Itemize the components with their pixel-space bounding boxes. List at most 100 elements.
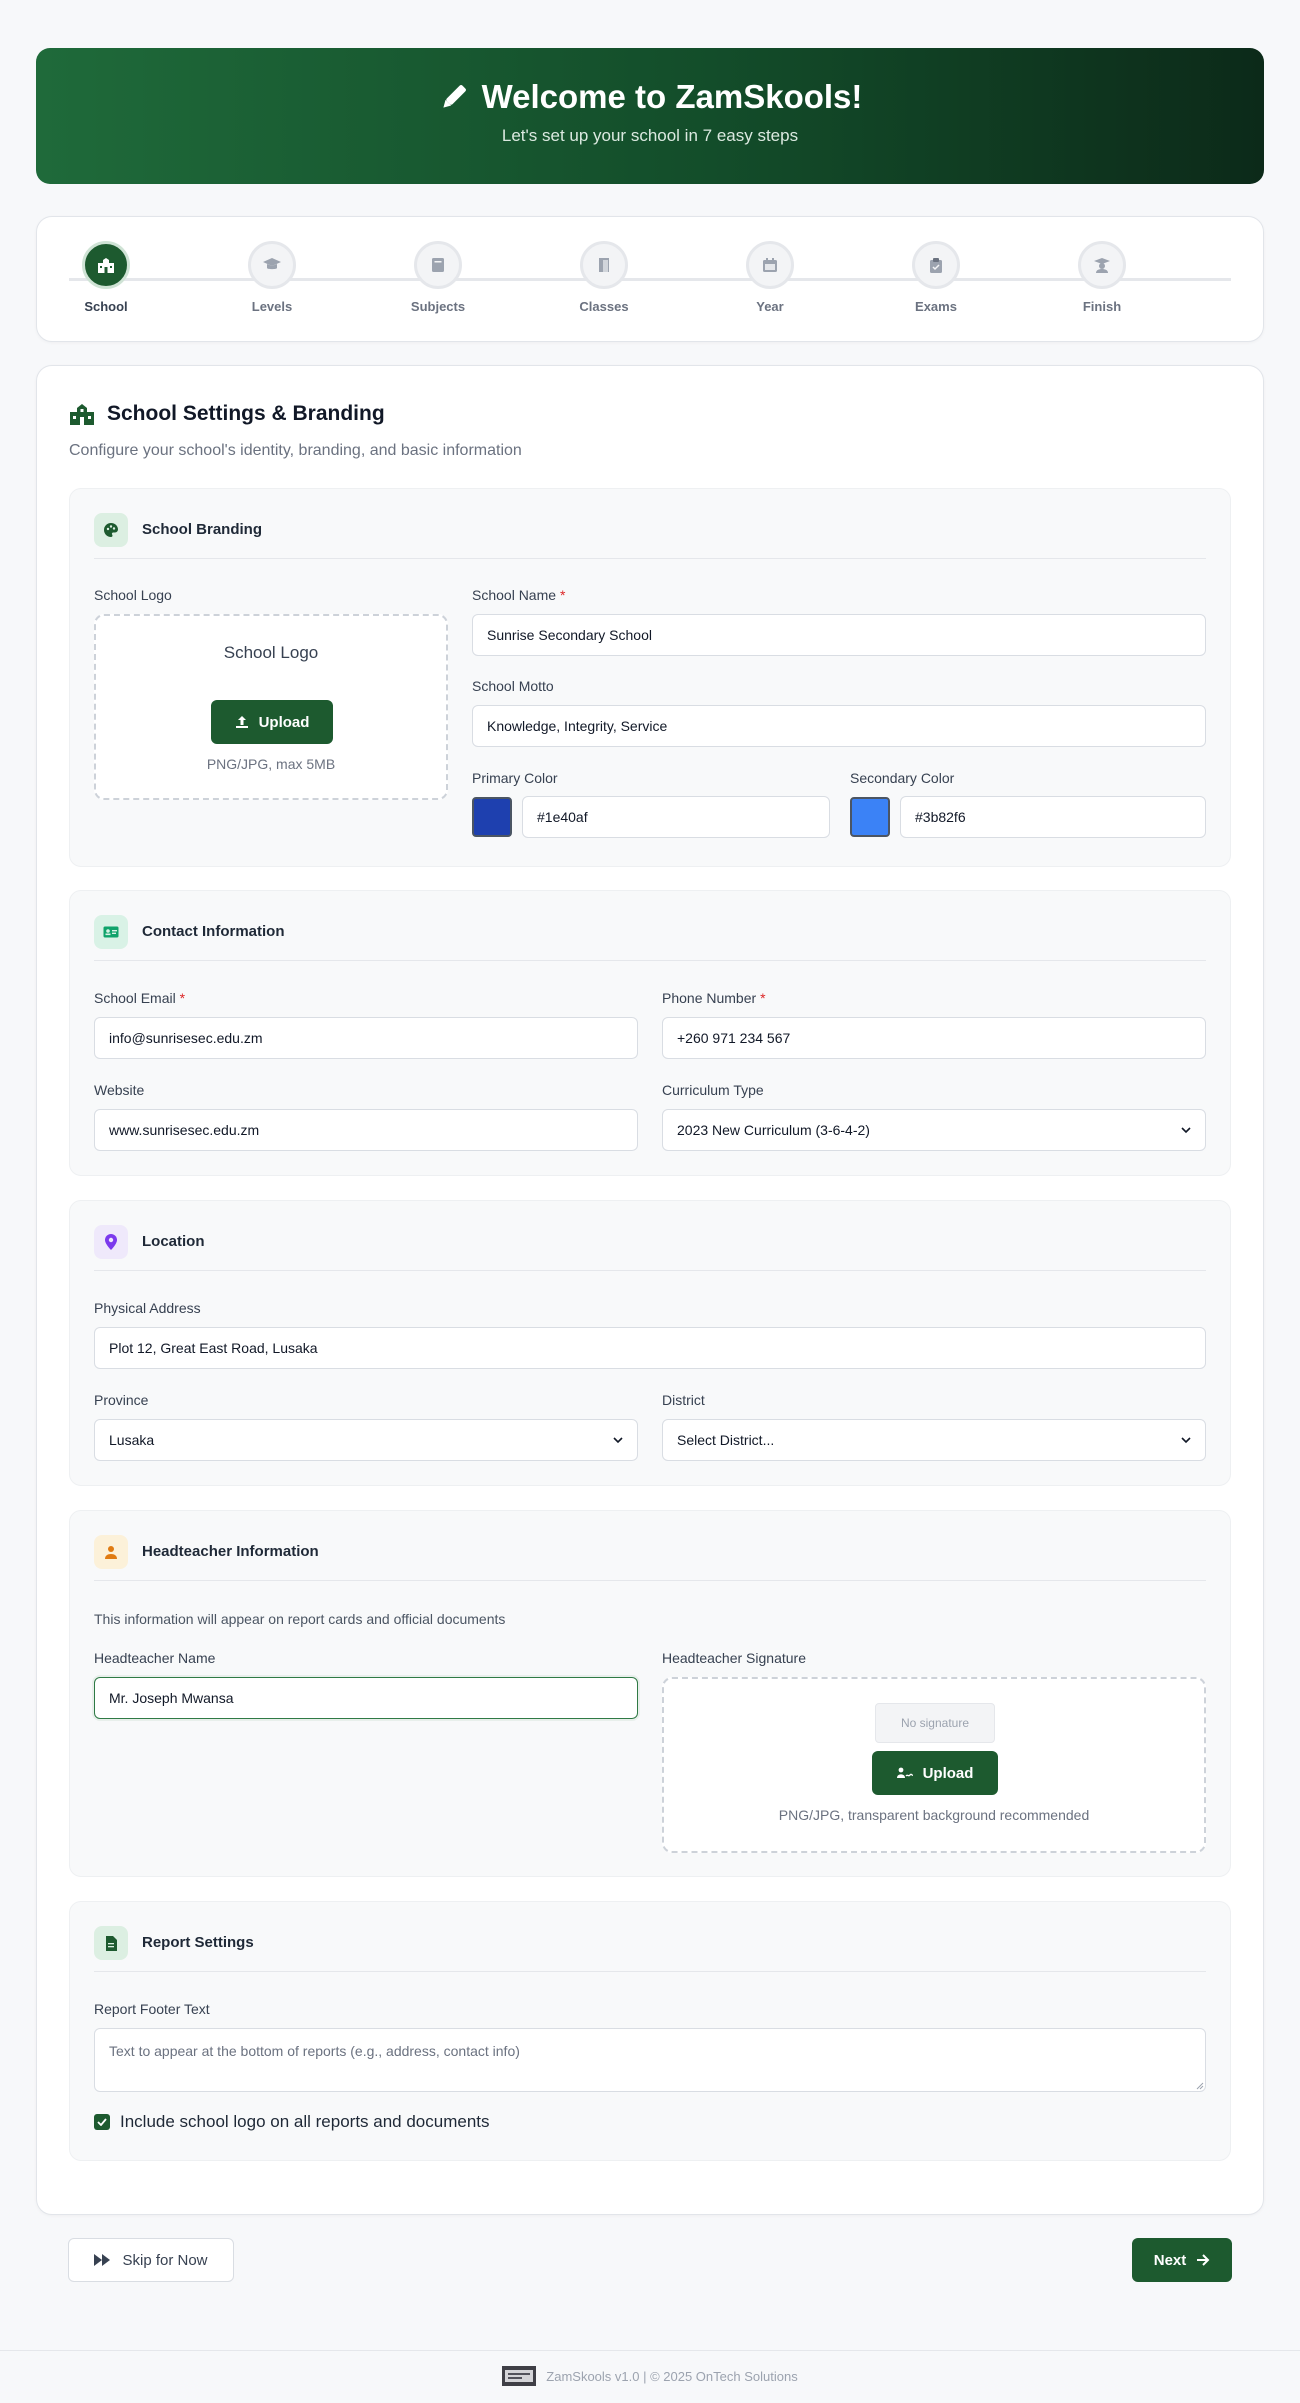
chevron-down-icon: [1181, 1437, 1191, 1444]
graduate-icon: [1078, 241, 1126, 289]
address-input[interactable]: Plot 12, Great East Road, Lusaka: [94, 1327, 1206, 1369]
resize-handle-icon[interactable]: [1196, 2082, 1204, 2090]
branding-section: School Branding School Logo School Logo …: [69, 488, 1231, 867]
headteacher-name-label: Headteacher Name: [94, 1650, 216, 1666]
step-label: Year: [756, 299, 784, 314]
phone-label: Phone Number *: [662, 990, 766, 1006]
school-icon: [70, 404, 94, 425]
logo-upload-button[interactable]: Upload: [211, 700, 333, 744]
document-icon: [94, 1926, 128, 1960]
step-label: Exams: [915, 299, 957, 314]
step-label: Subjects: [410, 299, 466, 314]
primary-color-input[interactable]: #1e40af: [522, 796, 830, 838]
province-value: Lusaka: [109, 1432, 155, 1448]
next-button[interactable]: Next: [1132, 2238, 1232, 2282]
chevron-down-icon: [1181, 1127, 1191, 1134]
headteacher-note: This information will appear on report c…: [94, 1611, 506, 1627]
page-title: School Settings & Branding: [69, 402, 385, 426]
email-input[interactable]: info@sunrisesec.edu.zm: [94, 1017, 638, 1059]
report-section: Report Settings Report Footer Text Text …: [69, 1901, 1231, 2161]
section-title: Report Settings: [142, 1934, 254, 1951]
step-classes[interactable]: Classes: [554, 241, 654, 314]
email-label: School Email *: [94, 990, 185, 1006]
welcome-banner: Welcome to ZamSkools! Let's set up your …: [36, 48, 1264, 184]
user-icon: [94, 1535, 128, 1569]
calendar-icon: [746, 241, 794, 289]
clipboard-icon: [912, 241, 960, 289]
signature-hint: PNG/JPG, transparent background recommen…: [778, 1807, 1090, 1823]
report-header: Report Settings: [94, 1926, 1206, 1972]
website-input[interactable]: www.sunrisesec.edu.zm: [94, 1109, 638, 1151]
school-motto-label: School Motto: [472, 678, 554, 694]
required-asterisk: *: [179, 990, 186, 1006]
step-label: School: [84, 299, 128, 314]
logo-label: School Logo: [94, 587, 172, 603]
contact-header: Contact Information: [94, 915, 1206, 961]
step-levels[interactable]: Levels: [222, 241, 322, 314]
report-footer-textarea[interactable]: Text to appear at the bottom of reports …: [94, 2028, 1206, 2092]
palette-icon: [94, 513, 128, 547]
headteacher-section: Headteacher Information This information…: [69, 1510, 1231, 1877]
signature-upload-button[interactable]: Upload: [872, 1751, 998, 1795]
required-asterisk: *: [559, 587, 566, 603]
signature-icon: [896, 1767, 913, 1778]
curriculum-label: Curriculum Type: [662, 1082, 764, 1098]
step-label: Levels: [251, 299, 293, 314]
footer-divider: [0, 2350, 1300, 2351]
fast-forward-icon: [94, 2254, 111, 2266]
upload-label: Upload: [258, 713, 310, 731]
logo-hint: PNG/JPG, max 5MB: [206, 756, 336, 772]
section-title: Location: [142, 1233, 205, 1250]
step-subjects[interactable]: Subjects: [388, 241, 488, 314]
zamskools-logo-icon: [502, 2366, 537, 2386]
school-motto-input[interactable]: Knowledge, Integrity, Service: [472, 705, 1206, 747]
step-finish[interactable]: Finish: [1052, 241, 1152, 314]
skip-button[interactable]: Skip for Now: [68, 2238, 234, 2282]
contact-section: Contact Information School Email * info@…: [69, 890, 1231, 1176]
welcome-title-text: Welcome to ZamSkools!: [481, 78, 863, 115]
secondary-color-label: Secondary Color: [850, 770, 955, 786]
include-logo-label: Include school logo on all reports and d…: [120, 2112, 490, 2131]
phone-input[interactable]: +260 971 234 567: [662, 1017, 1206, 1059]
page-subtitle: Configure your school's identity, brandi…: [69, 442, 522, 459]
next-label: Next: [1153, 2251, 1187, 2269]
chevron-down-icon: [613, 1437, 623, 1444]
page-footer: ZamSkools v1.0 | © 2025 OnTech Solutions: [0, 2366, 1300, 2386]
school-icon: [82, 241, 130, 289]
no-signature-placeholder: No signature: [875, 1703, 995, 1743]
headteacher-name-input[interactable]: Mr. Joseph Mwansa: [94, 1677, 638, 1719]
signature-upload-area[interactable]: No signature Upload PNG/JPG, transparent…: [662, 1677, 1206, 1853]
graduation-cap-icon: [248, 241, 296, 289]
secondary-color-input[interactable]: #3b82f6: [900, 796, 1206, 838]
primary-color-swatch[interactable]: [472, 797, 512, 837]
logo-upload-area[interactable]: School Logo Upload PNG/JPG, max 5MB: [94, 614, 448, 800]
upload-icon: [235, 716, 248, 728]
required-asterisk: *: [760, 990, 766, 1006]
step-school[interactable]: School: [56, 241, 156, 314]
step-year[interactable]: Year: [720, 241, 820, 314]
primary-color-label: Primary Color: [472, 770, 558, 786]
logo-alt-text: School Logo: [223, 643, 319, 662]
pencil-icon: [442, 85, 466, 108]
step-label: Finish: [1082, 299, 1122, 314]
include-logo-option[interactable]: Include school logo on all reports and d…: [94, 2112, 490, 2132]
step-label: Classes: [579, 299, 629, 314]
school-name-label: School Name *: [472, 587, 565, 603]
district-label: District: [662, 1392, 705, 1408]
include-logo-checkbox[interactable]: [94, 2114, 110, 2130]
province-select[interactable]: Lusaka: [94, 1419, 638, 1461]
school-name-input[interactable]: Sunrise Secondary School: [472, 614, 1206, 656]
footer-text: ZamSkools v1.0 | © 2025 OnTech Solutions: [546, 2368, 798, 2384]
arrow-right-icon: [1197, 2254, 1210, 2266]
headteacher-header: Headteacher Information: [94, 1535, 1206, 1581]
id-card-icon: [94, 915, 128, 949]
book-icon: [414, 241, 462, 289]
page-title-text: School Settings & Branding: [107, 402, 385, 425]
secondary-color-swatch[interactable]: [850, 797, 890, 837]
curriculum-select[interactable]: 2023 New Curriculum (3-6-4-2): [662, 1109, 1206, 1151]
welcome-subtitle: Let's set up your school in 7 easy steps: [501, 126, 799, 145]
district-select[interactable]: Select District...: [662, 1419, 1206, 1461]
door-icon: [580, 241, 628, 289]
step-exams[interactable]: Exams: [886, 241, 986, 314]
skip-label: Skip for Now: [122, 2251, 208, 2269]
